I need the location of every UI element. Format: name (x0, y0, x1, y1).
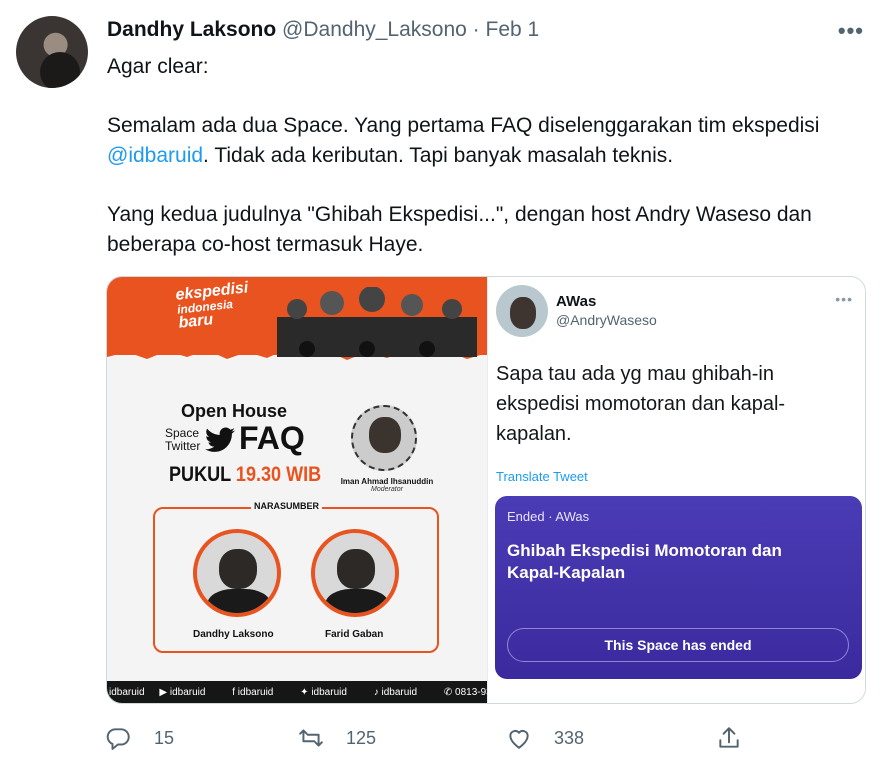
social-handle: f idbaruid (232, 687, 274, 698)
space-status: Ended · AWas (507, 509, 590, 524)
quoted-tweet-text: Sapa tau ada yg mau ghibah-in ekspedisi … (496, 363, 786, 445)
social-handle: ✦ idbaruid (300, 687, 347, 698)
social-handle: ▶ idbaruid (159, 687, 206, 698)
tweet-text-segment: Semalam ada dua Space. Yang pertama FAQ … (107, 114, 820, 137)
retweet-button[interactable]: 125 (298, 722, 376, 754)
media-container: ekspedisi indonesia baru Open House Spac… (106, 276, 866, 704)
author-avatar[interactable] (16, 16, 88, 88)
social-handle-text: idbaruid (381, 687, 418, 698)
tweet-action-bar: 15 125 338 (106, 722, 866, 754)
poster-brand-logo: ekspedisi indonesia baru (175, 279, 252, 331)
retweet-icon (299, 729, 323, 747)
reply-count: 15 (154, 727, 175, 748)
like-button[interactable]: 338 (506, 722, 584, 754)
separator: · (472, 18, 480, 41)
faq-heading: FAQ (239, 420, 305, 456)
reply-icon (106, 728, 130, 750)
tweet-paragraph: Yang kedua judulnya "Ghibah Ekspedisi...… (107, 203, 812, 256)
tweet-paragraph: Semalam ada dua Space. Yang pertama FAQ … (107, 111, 877, 171)
social-handle-text: 0813-9363-86 (455, 687, 487, 698)
moderator-name: Iman Ahmad Ihsanuddin (340, 477, 434, 486)
speaker-photo (193, 529, 281, 617)
quoted-author-name[interactable]: AWas (556, 293, 596, 310)
event-time: PUKUL 19.30 WIB (169, 463, 321, 487)
like-icon (509, 730, 529, 749)
space-card[interactable]: Ended · AWas Ghibah Ekspedisi Momotoran … (495, 496, 862, 679)
social-handle-text: idbaruid (237, 687, 274, 698)
more-options-icon[interactable]: ••• (838, 18, 864, 44)
share-icon (719, 727, 739, 748)
social-handle-text: idbaruid (311, 687, 347, 698)
twitter-bird-icon (205, 427, 235, 452)
space-twitter-label: Space Twitter (165, 427, 200, 453)
social-handle-text: idbaruid (169, 687, 206, 698)
social-handle: ♪ idbaruid (373, 687, 418, 698)
space-ended-button[interactable]: This Space has ended (507, 628, 849, 662)
tweet-header: Dandhy Laksono @Dandhy_Laksono · Feb 1 (107, 18, 539, 42)
tweet-date[interactable]: Feb 1 (486, 18, 540, 41)
speaker-name: Dandhy Laksono (193, 629, 274, 640)
social-handle: idbaruid (109, 687, 145, 698)
social-handle: ✆ 0813-9363-86 (444, 687, 487, 698)
translate-tweet-link[interactable]: Translate Tweet (496, 469, 588, 484)
tweet-text: Agar clear: Semalam ada dua Space. Yang … (107, 52, 877, 289)
tweet-paragraph: Agar clear: (107, 55, 209, 78)
speaker-photo (311, 529, 399, 617)
poster-image[interactable]: ekspedisi indonesia baru Open House Spac… (107, 277, 487, 703)
space-title: Ghibah Ekspedisi Momotoran dan Kapal-Kap… (507, 541, 782, 582)
embedded-tweet[interactable]: AWas @AndryWaseso ••• Sapa tau ada yg ma… (487, 277, 865, 703)
retweet-count: 125 (346, 727, 377, 748)
more-options-icon[interactable]: ••• (835, 291, 853, 307)
mention-link[interactable]: @idbaruid (107, 144, 203, 167)
poster-title: Open House (181, 401, 288, 421)
speakers-label: NARASUMBER (251, 501, 322, 511)
quoted-author-avatar[interactable] (496, 285, 548, 337)
poster-footer-socials: idbaruid ▶ idbaruid f idbaruid ✦ idbarui… (107, 681, 487, 703)
time-value: 19.30 WIB (235, 463, 322, 486)
moderator-photo (351, 405, 417, 471)
like-count: 338 (554, 727, 585, 748)
quoted-author-handle[interactable]: @AndryWaseso (556, 312, 657, 328)
time-prefix: PUKUL (169, 463, 236, 486)
reply-button[interactable]: 15 (106, 722, 174, 754)
share-button[interactable] (716, 722, 764, 754)
author-handle[interactable]: @Dandhy_Laksono (282, 18, 467, 41)
moderator-role: Moderator (371, 486, 403, 493)
tweet-text-segment: . Tidak ada keributan. Tapi banyak masal… (203, 144, 674, 167)
speaker-name: Farid Gaban (325, 629, 384, 640)
author-name[interactable]: Dandhy Laksono (107, 18, 276, 41)
twitter-label: Twitter (165, 439, 201, 453)
motorcycle-riders-illustration (277, 287, 477, 357)
